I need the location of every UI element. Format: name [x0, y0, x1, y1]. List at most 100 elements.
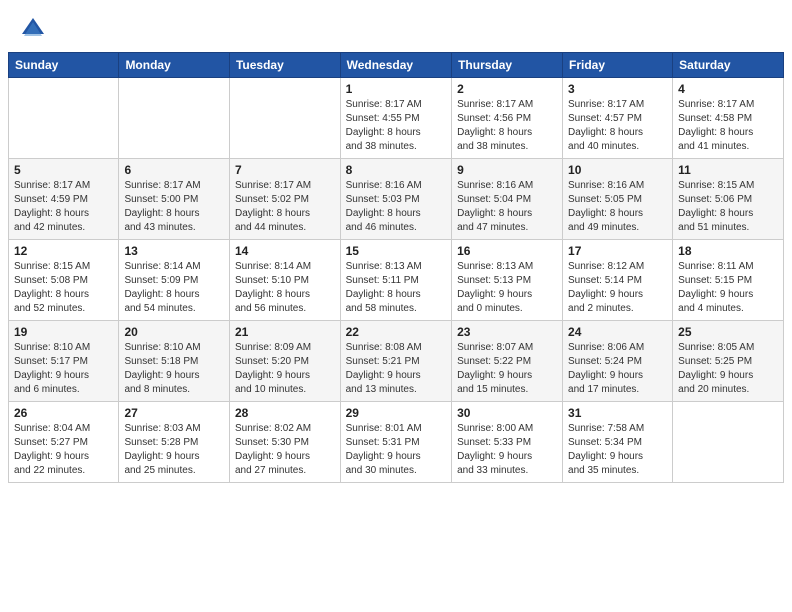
- day-cell: [673, 402, 784, 483]
- day-number: 1: [346, 82, 446, 96]
- logo: [18, 14, 52, 44]
- day-info: Sunrise: 8:01 AM Sunset: 5:31 PM Dayligh…: [346, 422, 446, 478]
- day-cell: 31 Sunrise: 7:58 AM Sunset: 5:34 PM Dayli…: [563, 402, 673, 483]
- day-cell: 1 Sunrise: 8:17 AM Sunset: 4:55 PM Daylig…: [340, 78, 451, 159]
- day-number: 6: [124, 163, 224, 177]
- day-info: Sunrise: 8:07 AM Sunset: 5:22 PM Dayligh…: [457, 341, 557, 397]
- week-row-2: 5 Sunrise: 8:17 AM Sunset: 4:59 PM Daylig…: [9, 159, 784, 240]
- day-number: 9: [457, 163, 557, 177]
- day-cell: 20 Sunrise: 8:10 AM Sunset: 5:18 PM Dayli…: [119, 321, 230, 402]
- day-info: Sunrise: 8:16 AM Sunset: 5:03 PM Dayligh…: [346, 179, 446, 235]
- weekday-friday: Friday: [563, 53, 673, 78]
- day-cell: [9, 78, 119, 159]
- weekday-monday: Monday: [119, 53, 230, 78]
- weekday-tuesday: Tuesday: [229, 53, 340, 78]
- day-number: 3: [568, 82, 667, 96]
- day-cell: 11 Sunrise: 8:15 AM Sunset: 5:06 PM Dayli…: [673, 159, 784, 240]
- weekday-header-row: SundayMondayTuesdayWednesdayThursdayFrid…: [9, 53, 784, 78]
- day-info: Sunrise: 8:17 AM Sunset: 5:02 PM Dayligh…: [235, 179, 335, 235]
- day-cell: 23 Sunrise: 8:07 AM Sunset: 5:22 PM Dayli…: [452, 321, 563, 402]
- day-number: 7: [235, 163, 335, 177]
- day-number: 14: [235, 244, 335, 258]
- week-row-1: 1 Sunrise: 8:17 AM Sunset: 4:55 PM Daylig…: [9, 78, 784, 159]
- day-cell: 24 Sunrise: 8:06 AM Sunset: 5:24 PM Dayli…: [563, 321, 673, 402]
- day-cell: 22 Sunrise: 8:08 AM Sunset: 5:21 PM Dayli…: [340, 321, 451, 402]
- day-info: Sunrise: 8:05 AM Sunset: 5:25 PM Dayligh…: [678, 341, 778, 397]
- day-cell: 21 Sunrise: 8:09 AM Sunset: 5:20 PM Dayli…: [229, 321, 340, 402]
- day-cell: 19Sunrise: 8:10 AM Sunset: 5:17 PM Dayli…: [9, 321, 119, 402]
- day-cell: 12 Sunrise: 8:15 AM Sunset: 5:08 PM Dayli…: [9, 240, 119, 321]
- week-row-4: 19Sunrise: 8:10 AM Sunset: 5:17 PM Dayli…: [9, 321, 784, 402]
- day-info: Sunrise: 8:17 AM Sunset: 4:56 PM Dayligh…: [457, 98, 557, 154]
- day-cell: 25 Sunrise: 8:05 AM Sunset: 5:25 PM Dayli…: [673, 321, 784, 402]
- day-number: 8: [346, 163, 446, 177]
- day-number: 30: [457, 406, 557, 420]
- day-cell: 27 Sunrise: 8:03 AM Sunset: 5:28 PM Dayli…: [119, 402, 230, 483]
- day-number: 5: [14, 163, 113, 177]
- day-number: 27: [124, 406, 224, 420]
- day-number: 20: [124, 325, 224, 339]
- weekday-sunday: Sunday: [9, 53, 119, 78]
- day-number: 24: [568, 325, 667, 339]
- day-cell: 8 Sunrise: 8:16 AM Sunset: 5:03 PM Daylig…: [340, 159, 451, 240]
- weekday-saturday: Saturday: [673, 53, 784, 78]
- day-cell: 9Sunrise: 8:16 AM Sunset: 5:04 PM Daylig…: [452, 159, 563, 240]
- day-info: Sunrise: 8:16 AM Sunset: 5:05 PM Dayligh…: [568, 179, 667, 235]
- day-number: 17: [568, 244, 667, 258]
- day-cell: 18Sunrise: 8:11 AM Sunset: 5:15 PM Dayli…: [673, 240, 784, 321]
- day-number: 13: [124, 244, 224, 258]
- day-number: 28: [235, 406, 335, 420]
- day-number: 11: [678, 163, 778, 177]
- logo-icon: [18, 14, 48, 44]
- week-row-5: 26 Sunrise: 8:04 AM Sunset: 5:27 PM Dayli…: [9, 402, 784, 483]
- day-number: 16: [457, 244, 557, 258]
- day-cell: 2 Sunrise: 8:17 AM Sunset: 4:56 PM Daylig…: [452, 78, 563, 159]
- day-info: Sunrise: 8:03 AM Sunset: 5:28 PM Dayligh…: [124, 422, 224, 478]
- day-info: Sunrise: 8:08 AM Sunset: 5:21 PM Dayligh…: [346, 341, 446, 397]
- day-info: Sunrise: 8:15 AM Sunset: 5:06 PM Dayligh…: [678, 179, 778, 235]
- day-info: Sunrise: 8:10 AM Sunset: 5:18 PM Dayligh…: [124, 341, 224, 397]
- day-cell: 16Sunrise: 8:13 AM Sunset: 5:13 PM Dayli…: [452, 240, 563, 321]
- day-info: Sunrise: 8:10 AM Sunset: 5:17 PM Dayligh…: [14, 341, 113, 397]
- page: SundayMondayTuesdayWednesdayThursdayFrid…: [0, 0, 792, 612]
- day-info: Sunrise: 8:06 AM Sunset: 5:24 PM Dayligh…: [568, 341, 667, 397]
- weekday-thursday: Thursday: [452, 53, 563, 78]
- day-info: Sunrise: 8:11 AM Sunset: 5:15 PM Dayligh…: [678, 260, 778, 316]
- week-row-3: 12 Sunrise: 8:15 AM Sunset: 5:08 PM Dayli…: [9, 240, 784, 321]
- day-cell: 17 Sunrise: 8:12 AM Sunset: 5:14 PM Dayli…: [563, 240, 673, 321]
- day-info: Sunrise: 8:12 AM Sunset: 5:14 PM Dayligh…: [568, 260, 667, 316]
- day-cell: [229, 78, 340, 159]
- day-cell: 26 Sunrise: 8:04 AM Sunset: 5:27 PM Dayli…: [9, 402, 119, 483]
- weekday-wednesday: Wednesday: [340, 53, 451, 78]
- day-info: Sunrise: 8:17 AM Sunset: 4:55 PM Dayligh…: [346, 98, 446, 154]
- day-number: 26: [14, 406, 113, 420]
- day-number: 2: [457, 82, 557, 96]
- day-number: 10: [568, 163, 667, 177]
- day-number: 21: [235, 325, 335, 339]
- day-number: 31: [568, 406, 667, 420]
- day-number: 12: [14, 244, 113, 258]
- day-info: Sunrise: 8:04 AM Sunset: 5:27 PM Dayligh…: [14, 422, 113, 478]
- day-number: 29: [346, 406, 446, 420]
- day-cell: 7 Sunrise: 8:17 AM Sunset: 5:02 PM Daylig…: [229, 159, 340, 240]
- day-cell: 13Sunrise: 8:14 AM Sunset: 5:09 PM Dayli…: [119, 240, 230, 321]
- day-info: Sunrise: 8:09 AM Sunset: 5:20 PM Dayligh…: [235, 341, 335, 397]
- day-info: Sunrise: 8:14 AM Sunset: 5:10 PM Dayligh…: [235, 260, 335, 316]
- day-info: Sunrise: 8:15 AM Sunset: 5:08 PM Dayligh…: [14, 260, 113, 316]
- day-info: Sunrise: 8:17 AM Sunset: 4:59 PM Dayligh…: [14, 179, 113, 235]
- day-info: Sunrise: 7:58 AM Sunset: 5:34 PM Dayligh…: [568, 422, 667, 478]
- day-cell: 29 Sunrise: 8:01 AM Sunset: 5:31 PM Dayli…: [340, 402, 451, 483]
- day-cell: 10 Sunrise: 8:16 AM Sunset: 5:05 PM Dayli…: [563, 159, 673, 240]
- day-cell: 4Sunrise: 8:17 AM Sunset: 4:58 PM Daylig…: [673, 78, 784, 159]
- day-number: 22: [346, 325, 446, 339]
- day-cell: 28Sunrise: 8:02 AM Sunset: 5:30 PM Dayli…: [229, 402, 340, 483]
- day-cell: 14 Sunrise: 8:14 AM Sunset: 5:10 PM Dayli…: [229, 240, 340, 321]
- day-cell: 15Sunrise: 8:13 AM Sunset: 5:11 PM Dayli…: [340, 240, 451, 321]
- header: [0, 0, 792, 52]
- day-info: Sunrise: 8:17 AM Sunset: 4:57 PM Dayligh…: [568, 98, 667, 154]
- day-number: 4: [678, 82, 778, 96]
- day-number: 25: [678, 325, 778, 339]
- day-number: 23: [457, 325, 557, 339]
- day-info: Sunrise: 8:00 AM Sunset: 5:33 PM Dayligh…: [457, 422, 557, 478]
- day-cell: 6Sunrise: 8:17 AM Sunset: 5:00 PM Daylig…: [119, 159, 230, 240]
